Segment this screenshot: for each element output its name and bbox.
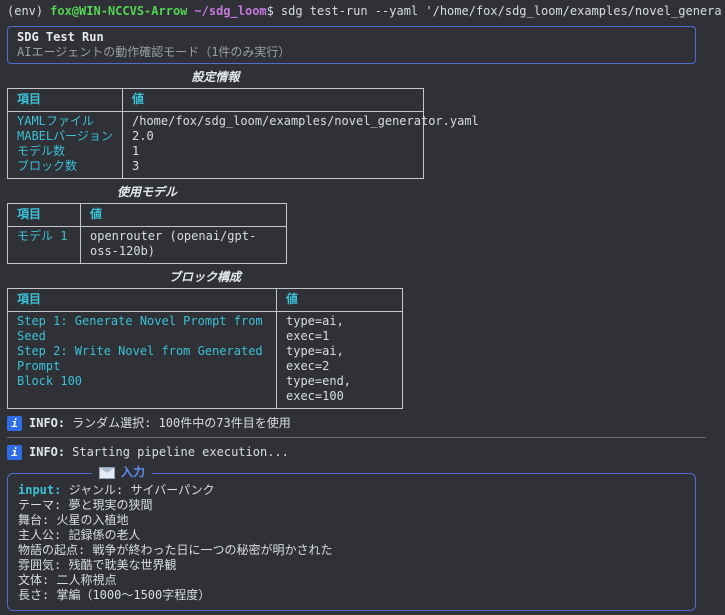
blocks-row-value: type=ai, exec=2	[276, 344, 402, 374]
models-section-title: 使用モデル	[116, 185, 177, 199]
config-table: 項目 値 YAMLファイル /home/fox/sdg_loom/example…	[7, 88, 479, 179]
info-text: Starting pipeline execution...	[72, 445, 289, 459]
info-label: INFO:	[29, 416, 66, 430]
models-table: 項目 値 モデル 1 openrouter (openai/gpt-oss-12…	[7, 203, 287, 264]
config-row-value: 1	[122, 144, 423, 159]
mail-icon	[99, 466, 115, 479]
info-line-random: i INFO: ランダム選択: 100件中の73件目を使用	[7, 416, 725, 431]
divider-line	[7, 437, 706, 438]
info-text: ランダム選択: 100件中の73件目を使用	[72, 416, 291, 430]
blocks-section: ブロック構成 項目 値 Step 1: Generate Novel Promp…	[7, 270, 725, 409]
banner-panel: SDG Test Run AIエージェントの動作確認モード（1件のみ実行）	[7, 26, 696, 64]
venv-indicator: (env)	[7, 4, 44, 18]
input-line: 舞台: 火星の入植地	[18, 513, 129, 527]
blocks-row-key: Step 1: Generate Novel Prompt from Seed	[17, 314, 263, 343]
input-line: 雰囲気: 残酷で耽美な世界観	[18, 558, 177, 572]
config-row-key: モデル数	[17, 144, 66, 158]
config-section: 設定情報 項目 値 YAMLファイル /home/fox/sdg_loom/ex…	[7, 70, 725, 179]
blocks-table: 項目 値 Step 1: Generate Novel Prompt from …	[7, 288, 403, 409]
input-line: 主人公: 記録係の老人	[18, 528, 141, 542]
models-row-key: モデル 1	[17, 229, 68, 243]
user-host: fox@WIN-NCCVS-Arrow	[50, 4, 188, 18]
input-line: テーマ: 夢と現実の狭間	[18, 498, 153, 512]
input-line: 文体: 二人称視点	[18, 573, 117, 587]
config-row-key: ブロック数	[17, 159, 78, 173]
info-label: INFO:	[29, 445, 66, 459]
config-row-value: /home/fox/sdg_loom/examples/novel_genera…	[122, 112, 479, 129]
config-row-value: 2.0	[122, 129, 423, 144]
prompt-symbol: $	[266, 4, 274, 18]
shell-prompt[interactable]: (env) fox@WIN-NCCVS-Arrow ~/sdg_loom $ sdg t…	[7, 4, 721, 19]
input-line: 長さ: 掌編（1000〜1500字程度）	[18, 588, 211, 602]
banner-title: SDG Test Run	[17, 30, 104, 44]
models-col-item: 項目	[8, 204, 80, 227]
models-col-value: 値	[80, 204, 286, 227]
config-row-key: YAMLファイル	[17, 114, 94, 128]
input-panel-title: 入力	[92, 465, 153, 480]
config-section-title: 設定情報	[191, 70, 240, 84]
config-col-value: 値	[122, 89, 423, 112]
banner-subtitle: AIエージェントの動作確認モード（1件のみ実行）	[17, 45, 291, 59]
blocks-row-key: Block 100	[17, 374, 83, 388]
config-col-item: 項目	[8, 89, 122, 112]
blocks-col-value: 値	[276, 289, 402, 312]
cwd-path: ~/sdg_loom	[194, 4, 267, 18]
input-panel-title-text: 入力	[121, 465, 146, 479]
blocks-col-item: 項目	[8, 289, 276, 312]
info-icon: i	[7, 416, 22, 431]
models-row-value: openrouter (openai/gpt-oss-120b)	[80, 227, 286, 263]
input-panel: 入力 input: ジャンル: サイバーパンク テーマ: 夢と現実の狭間 舞台:…	[7, 465, 696, 611]
blocks-row-value: type=end, exec=100	[276, 374, 402, 408]
info-icon: i	[7, 445, 22, 460]
blocks-row-value: type=ai, exec=1	[276, 312, 402, 344]
info-line-start: i INFO: Starting pipeline execution...	[7, 445, 725, 460]
input-key: input:	[18, 483, 62, 497]
command-input[interactable]: sdg test-run --yaml '/home/fox/sdg_loom/…	[281, 4, 721, 19]
blocks-row-key: Step 2: Write Novel from Generated Promp…	[17, 344, 263, 373]
terminal-window: (env) fox@WIN-NCCVS-Arrow ~/sdg_loom $ sdg t…	[0, 0, 725, 615]
input-line: input: ジャンル: サイバーパンク	[18, 483, 685, 498]
config-row-value: 3	[122, 159, 423, 178]
models-section: 使用モデル 項目 値 モデル 1 openrouter (openai/gpt-…	[7, 185, 725, 264]
input-line: 物語の起点: 戦争が終わった日に一つの秘密が明かされた	[18, 543, 333, 557]
config-row-key: MABELバージョン	[17, 129, 113, 143]
blocks-section-title: ブロック構成	[168, 270, 241, 284]
input-value: ジャンル: サイバーパンク	[68, 483, 215, 497]
